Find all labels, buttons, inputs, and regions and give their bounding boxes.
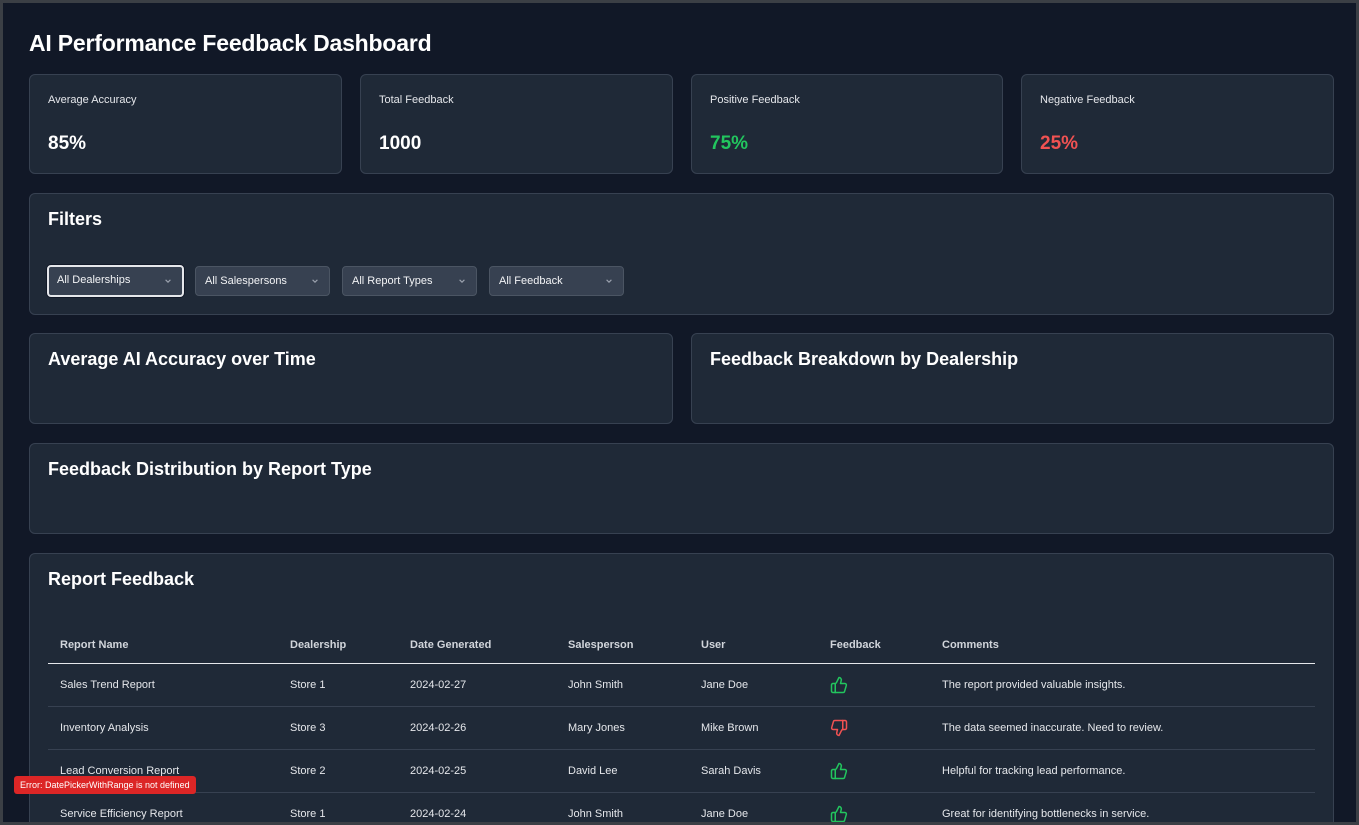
report-name-cell: Inventory Analysis [48,706,278,750]
table-row[interactable]: Sales Trend Report Store 1 2024-02-27 Jo… [48,663,1315,707]
feedback-select[interactable]: All Feedback [489,266,624,296]
salesperson-cell: Mary Jones [556,706,689,750]
comment-cell: The data seemed inaccurate. Need to revi… [930,706,1315,750]
user-cell: Mike Brown [689,706,818,750]
table-row[interactable]: Lead Conversion Report Store 2 2024-02-2… [48,749,1315,793]
select-value: All Dealerships [57,274,131,286]
stat-value: 85% [48,133,87,154]
dealership-cell: Store 2 [278,749,398,793]
report-name-cell: Sales Trend Report [48,663,278,707]
thumbs-down-icon [830,719,848,736]
column-header: User [689,627,818,664]
panel-title: Report Feedback [48,569,195,589]
filters-title: Filters [48,209,103,229]
column-header: Report Name [48,627,278,664]
table-header-row: Report Name Dealership Date Generated Sa… [48,627,1315,664]
date-cell: 2024-02-27 [398,663,556,707]
thumbs-up-icon [830,762,848,779]
date-cell: 2024-02-24 [398,792,556,822]
column-header: Salesperson [556,627,689,664]
date-cell: 2024-02-25 [398,749,556,793]
user-cell: Sarah Davis [689,749,818,793]
dealership-cell: Store 1 [278,792,398,822]
stat-label: Total Feedback [379,94,454,106]
stat-value-negative: 25% [1040,133,1079,154]
stat-card-total-feedback: Total Feedback 1000 [360,74,673,174]
accuracy-over-time-panel: Average AI Accuracy over Time [29,333,673,424]
stat-label: Positive Feedback [710,94,800,106]
panel-title: Average AI Accuracy over Time [48,349,316,369]
table-row[interactable]: Inventory Analysis Store 3 2024-02-26 Ma… [48,706,1315,750]
comment-cell: The report provided valuable insights. [930,663,1315,707]
stat-value: 1000 [379,133,422,154]
stat-card-positive-feedback: Positive Feedback 75% [691,74,1003,174]
feedback-cell [818,792,930,822]
report-name-cell: Service Efficiency Report [48,792,278,822]
thumbs-up-icon [830,676,848,693]
salesperson-cell: David Lee [556,749,689,793]
feedback-cell [818,749,930,793]
dealership-cell: Store 1 [278,663,398,707]
salesperson-cell: John Smith [556,792,689,822]
panel-title: Feedback Breakdown by Dealership [710,349,1019,369]
stat-value-positive: 75% [710,133,749,154]
chevron-down-icon [165,279,171,283]
chevron-down-icon [606,279,612,283]
feedback-cell [818,706,930,750]
user-cell: Jane Doe [689,792,818,822]
filters-panel: Filters All Dealerships All Salespersons… [29,193,1334,315]
column-header: Dealership [278,627,398,664]
report-type-select[interactable]: All Report Types [342,266,477,296]
stat-card-negative-feedback: Negative Feedback 25% [1021,74,1334,174]
chevron-down-icon [312,279,318,283]
date-cell: 2024-02-26 [398,706,556,750]
salesperson-cell: John Smith [556,663,689,707]
report-feedback-panel: Report Feedback Report Name Dealership D… [29,553,1334,822]
select-value: All Salespersons [205,275,287,287]
select-value: All Report Types [352,275,433,287]
feedback-cell [818,663,930,707]
salesperson-select[interactable]: All Salespersons [195,266,330,296]
dealership-breakdown-panel: Feedback Breakdown by Dealership [691,333,1334,424]
report-type-distribution-panel: Feedback Distribution by Report Type [29,443,1334,534]
table-row[interactable]: Service Efficiency Report Store 1 2024-0… [48,792,1315,822]
column-header: Feedback [818,627,930,664]
chevron-down-icon [459,279,465,283]
comment-cell: Helpful for tracking lead performance. [930,749,1315,793]
dealership-cell: Store 3 [278,706,398,750]
comment-cell: Great for identifying bottlenecks in ser… [930,792,1315,822]
panel-title: Feedback Distribution by Report Type [48,459,372,479]
thumbs-up-icon [830,805,848,822]
dealership-select[interactable]: All Dealerships [47,265,184,297]
app-window: AI Performance Feedback Dashboard Averag… [0,0,1359,825]
stat-label: Negative Feedback [1040,94,1135,106]
column-header: Date Generated [398,627,556,664]
stat-card-average-accuracy: Average Accuracy 85% [29,74,342,174]
report-feedback-table: Report Name Dealership Date Generated Sa… [48,627,1315,822]
stat-label: Average Accuracy [48,94,137,106]
page-title: AI Performance Feedback Dashboard [29,30,432,56]
user-cell: Jane Doe [689,663,818,707]
error-toast[interactable]: Error: DatePickerWithRange is not define… [14,776,196,794]
column-header: Comments [930,627,1315,664]
select-value: All Feedback [499,275,563,287]
